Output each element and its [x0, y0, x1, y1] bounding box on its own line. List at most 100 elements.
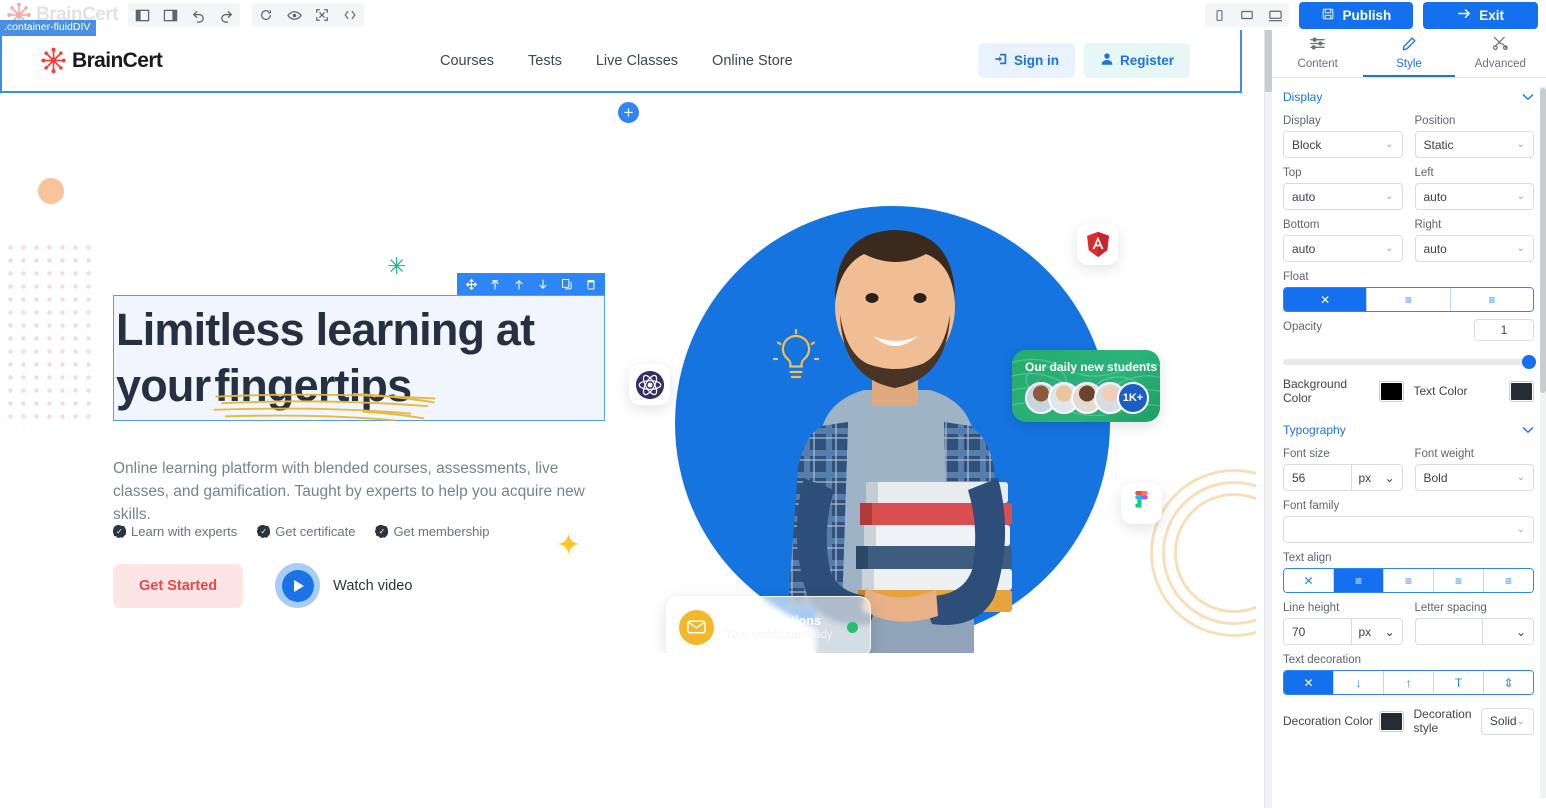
move-up-parent-icon[interactable] [483, 273, 507, 295]
toggle-left-panel-icon[interactable] [128, 3, 156, 27]
panel-inner-scrollbar[interactable] [1540, 86, 1546, 798]
site-nav: Courses Tests Live Classes Online Store [440, 53, 793, 69]
tab-content[interactable]: Content [1272, 30, 1363, 77]
text-color-label: Text Color [1413, 384, 1468, 398]
envelope-icon [679, 609, 714, 645]
redo-icon[interactable] [212, 3, 240, 27]
check-badge-icon: ✓ [257, 525, 271, 538]
float-option-none[interactable]: ✕ [1284, 288, 1368, 311]
device-tablet-icon[interactable] [1233, 3, 1261, 27]
exit-button[interactable]: Exit [1423, 1, 1538, 29]
font-size-unit-select[interactable]: px ⌄ [1350, 464, 1403, 491]
text-color-swatch[interactable] [1509, 380, 1534, 402]
section-display-header[interactable]: Display [1283, 90, 1534, 104]
panel-inner-scrollbar-thumb[interactable] [1540, 88, 1546, 393]
nav-item-courses[interactable]: Courses [440, 53, 494, 69]
nav-item-online-store[interactable]: Online Store [712, 53, 793, 69]
nav-item-live-classes[interactable]: Live Classes [596, 53, 678, 69]
left-select-value: auto [1423, 189, 1447, 204]
top-select[interactable]: auto ⌄ [1283, 183, 1403, 210]
hero-title-selected-box[interactable]: Limitless learning at yourfingertips [113, 295, 605, 422]
device-desktop-icon[interactable] [1261, 3, 1289, 27]
chevron-down-icon: ⌄ [1516, 139, 1525, 150]
font-family-select[interactable]: ⌄ [1283, 516, 1534, 543]
text-align-option-right[interactable]: ≡ [1434, 569, 1484, 592]
text-align-option-center[interactable]: ≡ [1384, 569, 1434, 592]
opacity-slider-knob[interactable] [1522, 355, 1536, 369]
tab-advanced[interactable]: Advanced [1455, 30, 1546, 77]
tab-style[interactable]: Style [1363, 30, 1455, 77]
chevron-down-icon: ⌄ [1516, 524, 1525, 535]
certificate-title: Congratulations [725, 613, 821, 628]
add-block-button[interactable]: + [616, 100, 641, 125]
background-color-swatch[interactable] [1378, 380, 1404, 402]
certificate-notification-card: Congratulations Your certificate ready [666, 596, 871, 653]
section-typography-header[interactable]: Typography [1283, 423, 1534, 437]
toggle-right-panel-icon[interactable] [156, 3, 184, 27]
device-mobile-icon[interactable] [1205, 3, 1233, 27]
sign-in-button[interactable]: Sign in [977, 43, 1075, 78]
hero-heading-block[interactable]: Limitless learning at yourfingertips [113, 273, 605, 422]
decoration-diamond-icon: ✦ [556, 529, 582, 562]
selected-element-breadcrumb[interactable]: .container-fluidDIV [0, 20, 97, 36]
chevron-down-icon: ⌄ [1384, 624, 1395, 639]
font-size-input[interactable]: 56 [1283, 464, 1351, 491]
move-icon[interactable] [459, 273, 483, 295]
display-select[interactable]: Block ⌄ [1283, 131, 1403, 158]
bottom-select[interactable]: auto ⌄ [1283, 235, 1403, 262]
watch-video-button[interactable]: Watch video [275, 563, 412, 608]
text-decoration-option-overline[interactable]: ↑ [1384, 671, 1434, 694]
chevron-down-icon: ⌄ [1516, 191, 1525, 202]
float-option-left[interactable]: ≡ [1367, 288, 1451, 311]
chevron-down-icon: ⌄ [1516, 715, 1525, 727]
text-decoration-option-line-through[interactable]: T [1434, 671, 1484, 694]
preview-eye-icon[interactable] [280, 3, 308, 27]
hero-subtitle: Online learning platform with blended co… [113, 460, 585, 523]
float-option-right[interactable]: ≡ [1450, 288, 1533, 311]
text-decoration-option-none[interactable]: ✕ [1284, 671, 1334, 694]
text-decoration-option-both[interactable]: ⇕ [1484, 671, 1533, 694]
move-down-icon[interactable] [531, 273, 555, 295]
get-started-button[interactable]: Get Started [113, 563, 244, 608]
check-badge-icon: ✓ [375, 525, 389, 538]
chevron-down-icon[interactable] [1522, 423, 1534, 437]
field-text-decoration-label: Text decoration [1283, 654, 1361, 666]
refresh-icon[interactable] [252, 3, 280, 27]
fullscreen-icon[interactable] [308, 3, 336, 27]
text-decoration-option-underline[interactable]: ↓ [1334, 671, 1384, 694]
field-display: Display Block ⌄ [1283, 115, 1403, 158]
field-text-color: Text Color [1413, 380, 1534, 402]
duplicate-icon[interactable] [555, 273, 579, 295]
register-button[interactable]: Register [1083, 43, 1190, 78]
avatar-overflow-count: 1K+ [1117, 382, 1149, 414]
line-height-unit-select[interactable]: px ⌄ [1350, 618, 1403, 645]
field-float: Float ✕ ≡ ≡ [1283, 271, 1534, 312]
letter-spacing-unit-select[interactable]: ⌄ [1482, 618, 1534, 645]
nav-item-tests[interactable]: Tests [528, 53, 562, 69]
site-logo[interactable]: BrainCert [40, 47, 163, 74]
opacity-value-input[interactable]: 1 [1474, 319, 1534, 341]
font-weight-select[interactable]: Bold ⌄ [1414, 464, 1534, 491]
background-color-label: Background Color [1283, 377, 1348, 405]
left-select[interactable]: auto ⌄ [1414, 183, 1534, 210]
editor-toolbar: BrainCert Publish Exit [0, 0, 1546, 30]
opacity-slider[interactable] [1283, 355, 1536, 369]
line-height-input[interactable]: 70 [1283, 618, 1351, 645]
text-align-option-left[interactable]: ≡ [1334, 569, 1384, 592]
undo-icon[interactable] [184, 3, 212, 27]
position-select[interactable]: Static ⌄ [1414, 131, 1534, 158]
move-up-icon[interactable] [507, 273, 531, 295]
decoration-color-swatch[interactable] [1378, 710, 1404, 732]
site-logo-text: BrainCert [72, 48, 163, 72]
decoration-style-select[interactable]: Solid ⌄ [1480, 707, 1534, 735]
right-select[interactable]: auto ⌄ [1414, 235, 1534, 262]
text-align-option-justify[interactable]: ≡ [1484, 569, 1533, 592]
publish-button[interactable]: Publish [1299, 1, 1414, 29]
text-align-option-none[interactable]: ✕ [1284, 569, 1334, 592]
chevron-down-icon[interactable] [1522, 90, 1534, 104]
delete-icon[interactable] [579, 273, 603, 295]
row-bottom-right: Bottom auto ⌄ Right auto ⌄ [1283, 219, 1534, 262]
letter-spacing-input[interactable] [1414, 618, 1482, 645]
code-icon[interactable] [336, 3, 364, 27]
panel-toggle-group [128, 3, 240, 27]
